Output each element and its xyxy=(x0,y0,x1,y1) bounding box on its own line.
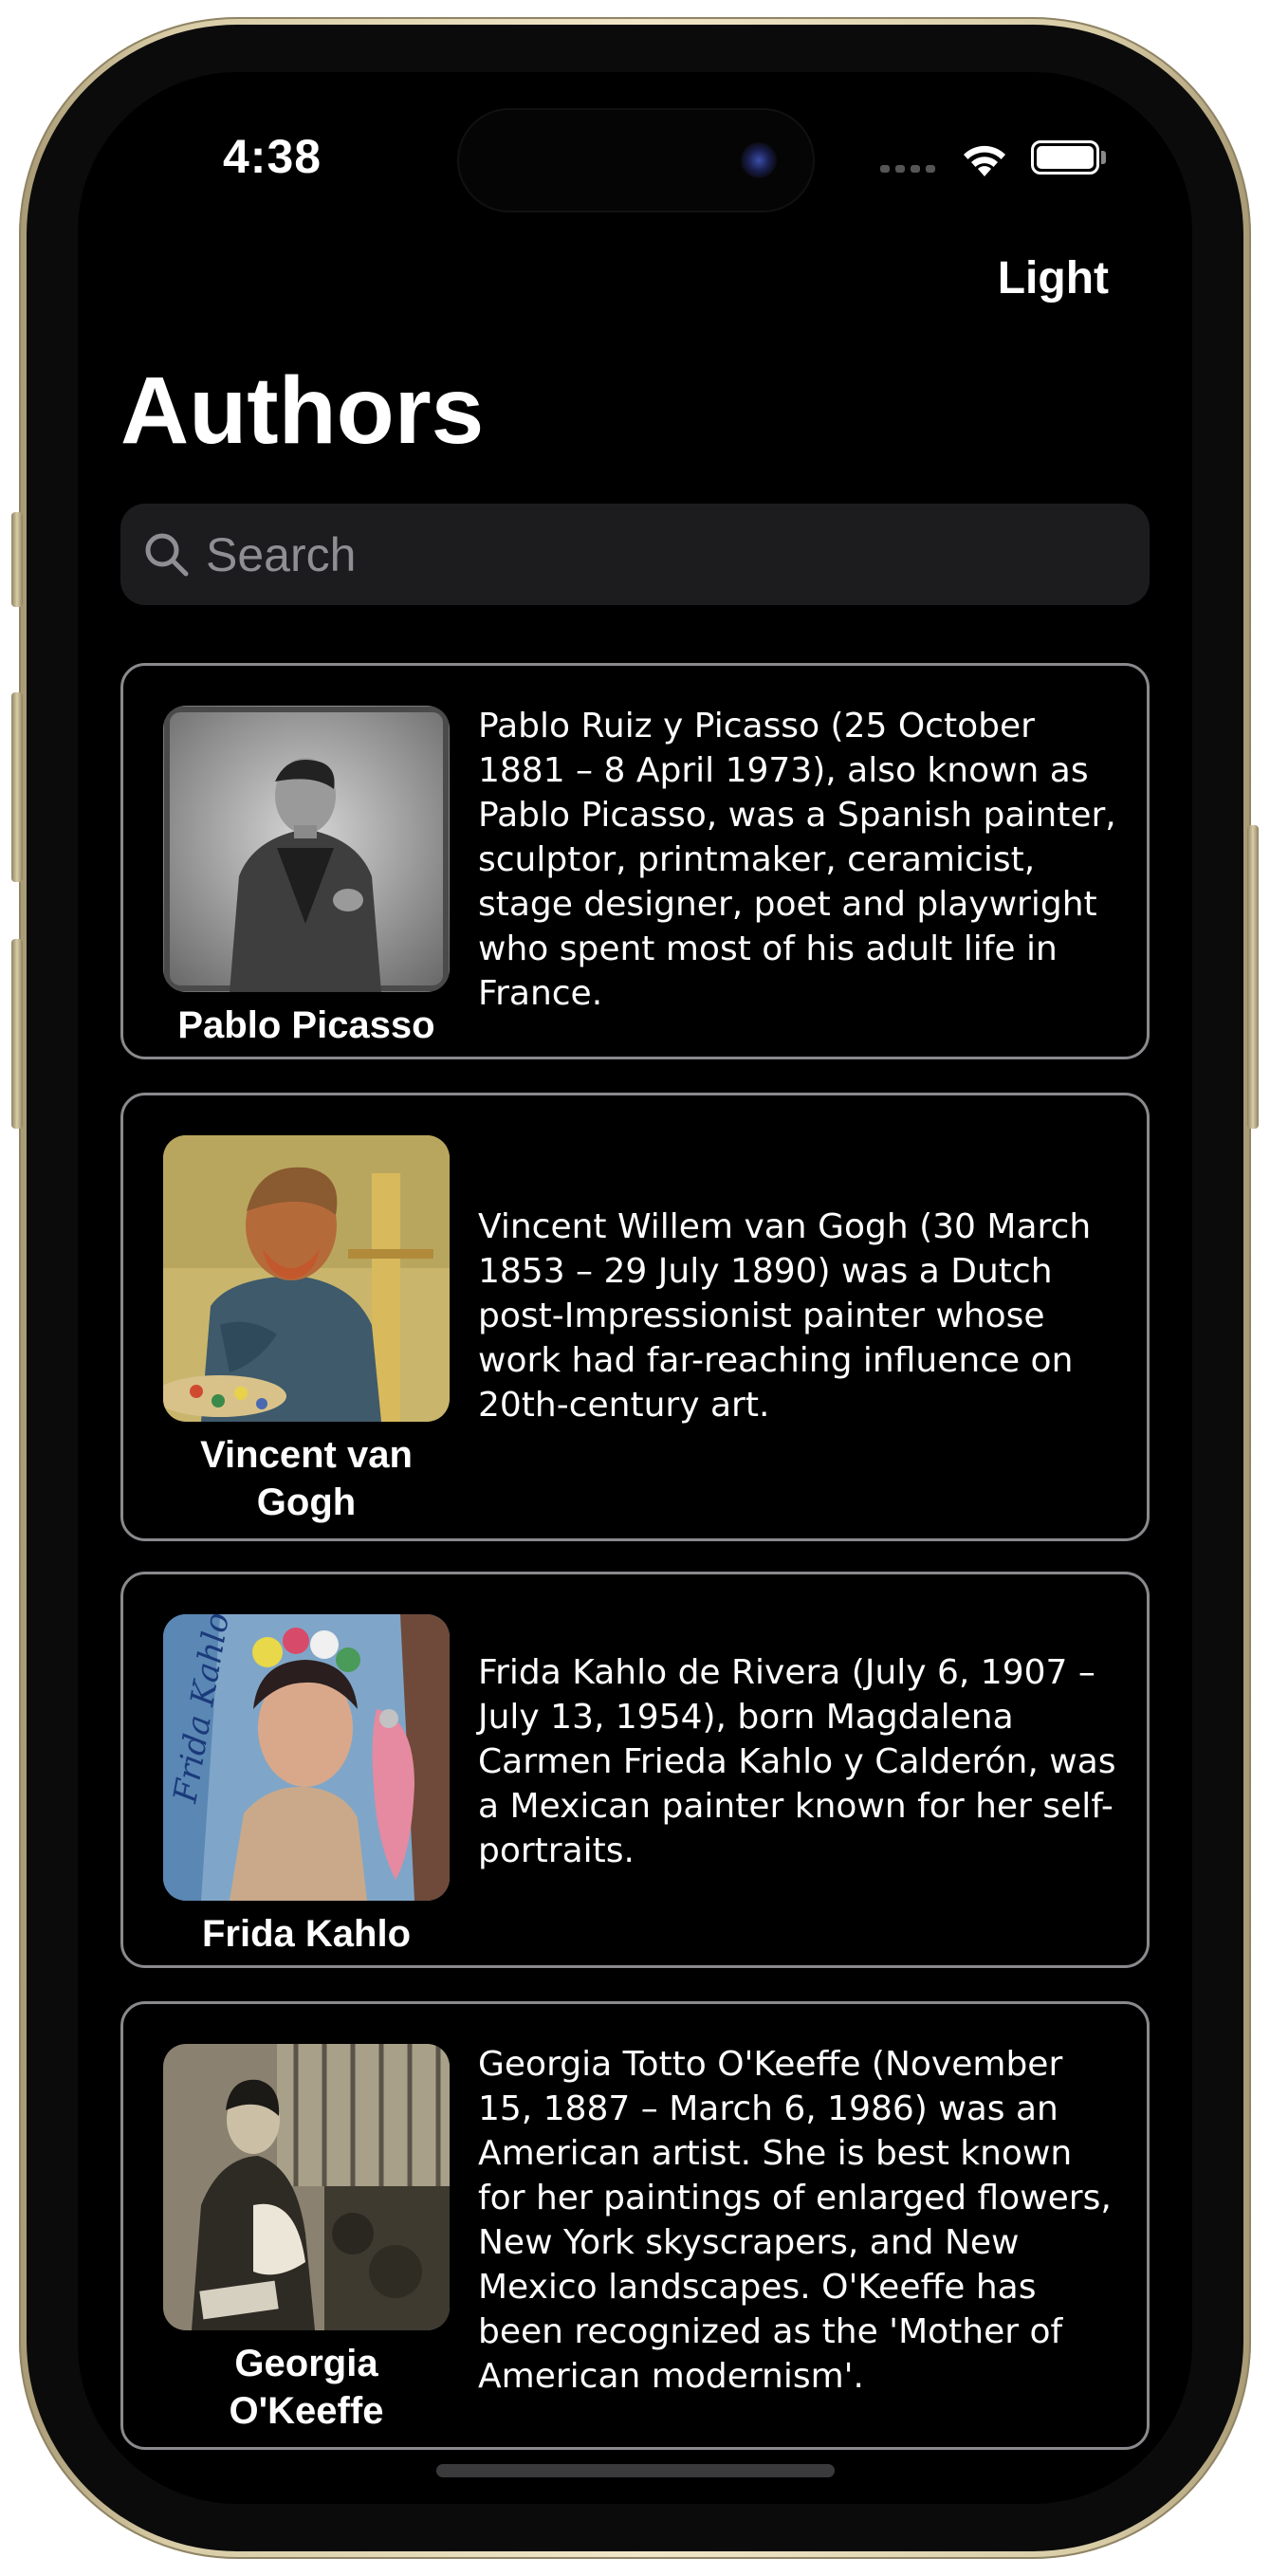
author-name: Frida Kahlo xyxy=(201,1913,412,1955)
search-input[interactable] xyxy=(204,525,1061,583)
author-name: Georgia O'Keeffe xyxy=(229,2343,384,2432)
author-card-georgia-okeeffe[interactable]: Georgia O'Keeffe Georgia Totto O'Keeffe … xyxy=(120,2001,1150,2450)
author-description: Georgia Totto O'Keeffe (November 15, 188… xyxy=(478,2045,1112,2396)
action-button xyxy=(11,512,23,607)
author-card-frida-kahlo[interactable]: Frida Kahlo Frida Kahlo Frida Kahlo de R… xyxy=(120,1572,1150,1968)
search-icon xyxy=(145,533,189,576)
cellular-signal-icon xyxy=(880,165,935,173)
author-description: Pablo Ruiz y Picasso (25 October 1881 – … xyxy=(478,707,1116,1013)
van-gogh-portrait-image xyxy=(163,1135,450,1422)
appearance-toggle-button[interactable]: Light xyxy=(998,252,1109,304)
battery-cap xyxy=(1101,151,1106,164)
author-card-van-gogh[interactable]: Vincent van Gogh Vincent Willem van Gogh… xyxy=(120,1093,1150,1541)
status-time: 4:38 xyxy=(223,130,322,183)
picasso-portrait-image xyxy=(163,706,450,992)
author-name: Pablo Picasso xyxy=(177,1004,435,1046)
author-description: Frida Kahlo de Rivera (July 6, 1907 – Ju… xyxy=(478,1653,1116,1870)
georgia-okeeffe-portrait-image xyxy=(163,2044,450,2330)
wifi-icon xyxy=(964,145,1005,176)
author-name: Vincent van Gogh xyxy=(200,1434,413,1523)
home-indicator[interactable] xyxy=(436,2464,835,2477)
screen: 4:38 Light Authors Search Pablo Picasso … xyxy=(78,72,1192,2504)
frida-kahlo-portrait-image: Frida Kahlo xyxy=(163,1614,450,1901)
power-button xyxy=(1247,825,1259,1129)
front-camera-icon xyxy=(741,142,777,178)
status-bar: 4:38 xyxy=(78,72,1192,224)
search-bar[interactable] xyxy=(120,504,1150,605)
page-title: Authors xyxy=(120,358,485,464)
author-description: Vincent Willem van Gogh (30 March 1853 –… xyxy=(478,1207,1092,1425)
author-card-picasso[interactable]: Pablo Picasso Pablo Ruiz y Picasso (25 O… xyxy=(120,663,1150,1059)
volume-down-button xyxy=(11,939,23,1129)
volume-up-button xyxy=(11,692,23,882)
dynamic-island xyxy=(457,108,815,212)
battery-icon xyxy=(1031,140,1099,175)
